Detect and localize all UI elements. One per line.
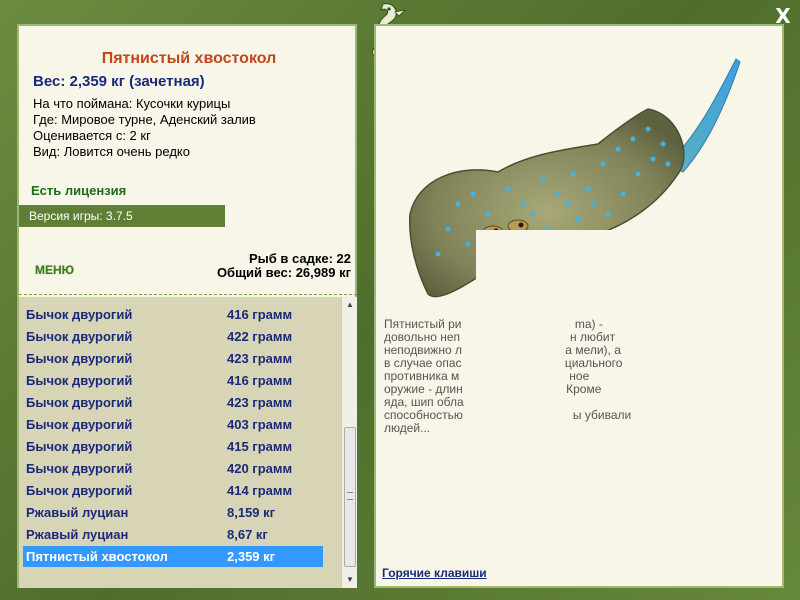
chevron-up-icon[interactable]: ▲ [344, 299, 356, 311]
list-item[interactable]: Пятнистый хвостокол 2,359 кг [23, 546, 323, 567]
grip-icon [347, 492, 353, 500]
list-item-name: Ржавый луциан [26, 527, 129, 542]
fish-bait: На что поймана: Кусочки курицы [33, 96, 231, 111]
fish-location: Где: Мировое турне, Аденский залив [33, 112, 256, 127]
list-item-name: Бычок двурогий [26, 329, 133, 344]
list-item-name: Бычок двурогий [26, 483, 133, 498]
list-item-name: Пятнистый хвостокол [26, 549, 168, 564]
list-item[interactable]: Ржавый луциан 8,159 кг [23, 502, 323, 523]
fish-title: Пятнистый хвостокол [101, 50, 277, 67]
keepnet-stats: Рыб в садке: 22 Общий вес: 26,989 кг [217, 252, 351, 280]
list-item-name: Бычок двурогий [26, 461, 133, 476]
list-item[interactable]: Бычок двурогий 416 грамм [23, 370, 323, 391]
fish-description: Пятнистый ри ma) - довольно неп н любит … [384, 318, 748, 435]
list-item-name: Бычок двурогий [26, 351, 133, 366]
list-item[interactable]: Бычок двурогий 423 грамм [23, 392, 323, 413]
license-status: Есть лицензия [31, 183, 127, 198]
list-item-name: Бычок двурогий [26, 417, 133, 432]
scrollbar-thumb[interactable] [344, 427, 356, 567]
list-item[interactable]: Бычок двурогий 414 грамм [23, 480, 323, 501]
list-item-weight: 2,359 кг [227, 549, 276, 564]
list-item-weight: 416 грамм [227, 307, 293, 322]
list-item-weight: 414 грамм [227, 483, 293, 498]
list-item-name: Бычок двурогий [26, 439, 133, 454]
image-overlay [476, 230, 781, 310]
menu-button[interactable]: МЕНЮ [35, 263, 74, 277]
list-item-weight: 416 грамм [227, 373, 293, 388]
list-item-weight: 423 грамм [227, 351, 293, 366]
list-item-name: Ржавый луциан [26, 505, 129, 520]
chevron-down-icon[interactable]: ▼ [344, 574, 356, 586]
list-item-weight: 420 грамм [227, 461, 293, 476]
list-item[interactable]: Бычок двурогий 403 грамм [23, 414, 323, 435]
list-item[interactable]: Ржавый луциан 8,67 кг [23, 524, 323, 545]
list-item-name: Бычок двурогий [26, 395, 133, 410]
list-item[interactable]: Бычок двурогий 422 грамм [23, 326, 323, 347]
fish-rated-from: Оценивается с: 2 кг [33, 128, 151, 143]
divider [19, 294, 357, 296]
list-item-name: Бычок двурогий [26, 307, 133, 322]
fish-count: Рыб в садке: 22 [248, 251, 351, 266]
list-item-weight: 422 грамм [227, 329, 293, 344]
scrollbar[interactable]: ▲ ▼ [341, 297, 357, 588]
description-line: способностью ы убивали [384, 408, 632, 422]
catch-list[interactable]: Бычок двурогий 416 грамм Бычок двурогий 422… [19, 297, 357, 588]
list-item-weight: 403 грамм [227, 417, 293, 432]
hotkeys-link[interactable]: Горячие клавиши [382, 566, 487, 580]
list-item-weight: 415 грамм [227, 439, 293, 454]
fish-details: На что поймана: Кусочки курицы Где: Миро… [33, 96, 256, 160]
list-item[interactable]: Бычок двурогий 420 грамм [23, 458, 323, 479]
list-item-name: Бычок двурогий [26, 373, 133, 388]
list-item[interactable]: Бычок двурогий 416 грамм [23, 304, 323, 325]
fish-picture-panel: Пятнистый ри ma) - довольно неп н любит … [374, 24, 784, 588]
list-item-weight: 8,67 кг [227, 527, 268, 542]
list-item[interactable]: Бычок двурогий 415 грамм [23, 436, 323, 457]
fish-weight: Вес: 2,359 кг (зачетная) [33, 73, 205, 90]
total-weight: Общий вес: 26,989 кг [216, 265, 351, 280]
fish-info-panel: Пятнистый хвостокол Вес: 2,359 кг (зачет… [17, 24, 357, 588]
list-item-weight: 8,159 кг [227, 505, 276, 520]
list-item[interactable]: Бычок двурогий 423 грамм [23, 348, 323, 369]
description-line: людей... [384, 421, 431, 435]
list-item-weight: 423 грамм [227, 395, 293, 410]
fish-rarity: Вид: Ловится очень редко [33, 144, 190, 159]
version-label: Версия игры: 3.7.5 [19, 205, 225, 227]
